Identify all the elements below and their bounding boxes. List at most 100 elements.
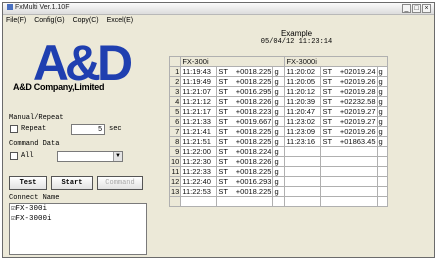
cell-s2[interactable]: ST xyxy=(320,86,334,97)
cell-v1[interactable]: +0018.225 xyxy=(228,126,274,137)
cell-v2[interactable]: +01863.45 xyxy=(333,136,378,147)
cell-v1[interactable]: +0016.295 xyxy=(228,86,274,97)
cell-t1[interactable]: 11:22:40 xyxy=(180,176,218,187)
cell-u1[interactable]: g xyxy=(272,76,286,87)
cell-u1[interactable]: g xyxy=(272,136,286,147)
cell-s1[interactable]: ST xyxy=(216,166,229,177)
cell-v1[interactable]: +0018.225 xyxy=(228,136,274,147)
menu-config[interactable]: Config(G) xyxy=(34,17,64,24)
cell-u2[interactable] xyxy=(376,186,388,197)
cell-u1[interactable]: g xyxy=(272,176,286,187)
cell-t1[interactable]: 11:19:43 xyxy=(180,66,218,77)
menu-excel[interactable]: Excel(E) xyxy=(107,17,133,24)
cell-u2[interactable]: g xyxy=(376,66,388,77)
cell-u2[interactable] xyxy=(376,146,388,157)
cell-v2[interactable]: +02019.27 xyxy=(333,106,378,117)
start-button[interactable]: Start xyxy=(51,176,93,190)
all-checkbox[interactable] xyxy=(10,152,18,160)
cell-v1[interactable]: +0018.226 xyxy=(228,156,274,167)
connect-list[interactable]: ☑FX-300i ☑FX-3000i xyxy=(9,203,147,255)
cell-s2[interactable]: ST xyxy=(320,96,334,107)
cell-t1[interactable]: 11:22:33 xyxy=(180,166,218,177)
cell-s2[interactable]: ST xyxy=(320,126,334,137)
cell-u2[interactable] xyxy=(376,196,388,207)
cell-v1[interactable]: +0019.667 xyxy=(228,116,274,127)
cell-t1[interactable]: 11:22:30 xyxy=(180,156,218,167)
cell-s1[interactable] xyxy=(216,196,229,207)
cell-s2[interactable]: ST xyxy=(320,116,334,127)
cell-t2[interactable] xyxy=(284,196,322,207)
cell-u2[interactable] xyxy=(376,166,388,177)
cell-u2[interactable]: g xyxy=(376,96,388,107)
cell-s1[interactable]: ST xyxy=(216,66,229,77)
cell-u2[interactable]: g xyxy=(376,106,388,117)
cell-u1[interactable]: g xyxy=(272,106,286,117)
row-number[interactable]: 9 xyxy=(168,146,182,157)
cell-v2[interactable] xyxy=(333,166,378,177)
cell-t2[interactable]: 11:23:02 xyxy=(284,116,322,127)
cell-s2[interactable]: ST xyxy=(320,136,334,147)
cell-s1[interactable]: ST xyxy=(216,96,229,107)
cell-t2[interactable] xyxy=(284,156,322,167)
row-number[interactable]: 2 xyxy=(168,76,182,87)
cell-s1[interactable]: ST xyxy=(216,76,229,87)
cell-s2[interactable]: ST xyxy=(320,66,334,77)
cell-u2[interactable] xyxy=(376,156,388,167)
cell-t2[interactable]: 11:23:16 xyxy=(284,136,322,147)
repeat-interval-input[interactable]: 5 xyxy=(71,124,105,135)
cell-s1[interactable]: ST xyxy=(216,86,229,97)
cell-v2[interactable]: +02019.28 xyxy=(333,86,378,97)
row-number[interactable]: 11 xyxy=(168,166,182,177)
menu-file[interactable]: File(F) xyxy=(6,17,26,24)
column-header-fx3000i[interactable]: FX-3000i xyxy=(284,56,388,67)
cell-s2[interactable]: ST xyxy=(320,76,334,87)
row-number[interactable]: 12 xyxy=(168,176,182,187)
cell-v2[interactable] xyxy=(333,176,378,187)
cell-v1[interactable]: +0018.224 xyxy=(228,146,274,157)
cell-u2[interactable]: g xyxy=(376,136,388,147)
cell-t1[interactable] xyxy=(180,196,218,207)
row-number[interactable] xyxy=(168,196,182,207)
row-number[interactable]: 13 xyxy=(168,186,182,197)
cell-t2[interactable]: 11:20:05 xyxy=(284,76,322,87)
cell-v2[interactable]: +02019.27 xyxy=(333,116,378,127)
cell-v1[interactable]: +0018.225 xyxy=(228,66,274,77)
cell-t1[interactable]: 11:21:17 xyxy=(180,106,218,117)
cell-v1[interactable]: +0018.225 xyxy=(228,76,274,87)
cell-u2[interactable] xyxy=(376,176,388,187)
cell-u1[interactable]: g xyxy=(272,156,286,167)
cell-v2[interactable] xyxy=(333,196,378,207)
menu-copy[interactable]: Copy(C) xyxy=(73,17,99,24)
cell-t1[interactable]: 11:19:49 xyxy=(180,76,218,87)
cell-t1[interactable]: 11:21:07 xyxy=(180,86,218,97)
connect-item[interactable]: ☑FX-3000i xyxy=(10,214,146,224)
cell-v2[interactable] xyxy=(333,156,378,167)
cell-u1[interactable]: g xyxy=(272,86,286,97)
repeat-checkbox[interactable] xyxy=(10,125,18,133)
cell-s2[interactable]: ST xyxy=(320,106,334,117)
row-number[interactable]: 5 xyxy=(168,106,182,117)
cell-u1[interactable]: g xyxy=(272,126,286,137)
cell-v2[interactable]: +02019.24 xyxy=(333,66,378,77)
cell-v2[interactable] xyxy=(333,146,378,157)
cell-u2[interactable]: g xyxy=(376,76,388,87)
cell-t2[interactable]: 11:20:02 xyxy=(284,66,322,77)
cell-v2[interactable]: +02019.26 xyxy=(333,76,378,87)
cell-s2[interactable] xyxy=(320,196,334,207)
connect-item[interactable]: ☑FX-300i xyxy=(10,204,146,214)
cell-t1[interactable]: 11:22:53 xyxy=(180,186,218,197)
cell-t1[interactable]: 11:21:12 xyxy=(180,96,218,107)
cell-s1[interactable]: ST xyxy=(216,176,229,187)
cell-s2[interactable] xyxy=(320,146,334,157)
cell-v2[interactable] xyxy=(333,186,378,197)
cell-v2[interactable]: +02019.26 xyxy=(333,126,378,137)
cell-v1[interactable]: +0018.223 xyxy=(228,106,274,117)
cell-s1[interactable]: ST xyxy=(216,106,229,117)
maximize-button[interactable]: □ xyxy=(412,4,421,13)
cell-t2[interactable]: 11:23:09 xyxy=(284,126,322,137)
row-number[interactable]: 4 xyxy=(168,96,182,107)
cell-t1[interactable]: 11:22:00 xyxy=(180,146,218,157)
cell-s1[interactable]: ST xyxy=(216,126,229,137)
command-select[interactable]: ▼ xyxy=(57,151,123,162)
row-number[interactable]: 6 xyxy=(168,116,182,127)
